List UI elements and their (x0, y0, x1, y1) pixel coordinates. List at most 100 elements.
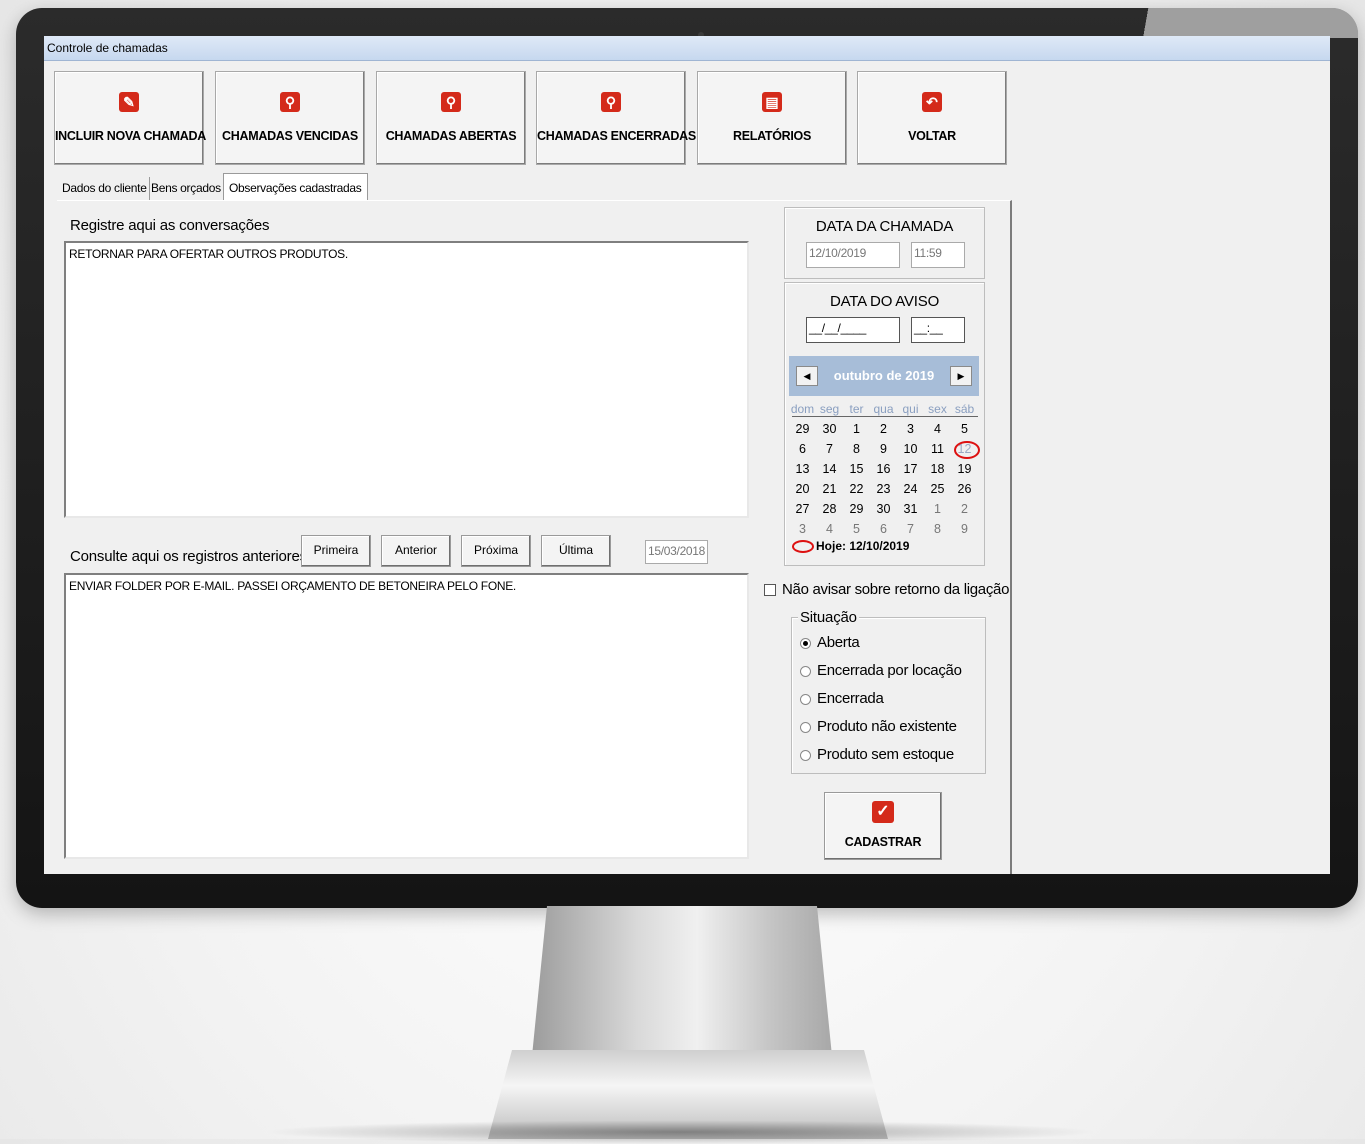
weekday-row: dom seg ter qua qui sex sáb (789, 399, 979, 419)
overdue-calls-button[interactable]: ⚲ CHAMADAS VENCIDAS (215, 71, 365, 165)
calendar-today[interactable]: Hoje: 12/10/2019 (792, 539, 909, 554)
status-radio-closed-rental[interactable]: Encerrada por locação (800, 662, 962, 679)
previous-records-label: Consulte aqui os registros anteriores (70, 548, 307, 565)
reports-button[interactable]: ▤ RELATÓRIOS (697, 71, 847, 165)
calendar-day-other-month[interactable]: 2 (951, 499, 978, 519)
weekday: qua (873, 402, 894, 416)
new-call-button[interactable]: ✎ INCLUIR NOVA CHAMADA (54, 71, 206, 165)
status-radio-closed[interactable]: Encerrada (800, 690, 884, 707)
calendar-day[interactable]: 1 (843, 419, 870, 439)
title-bar: Controle de chamadas (44, 36, 1330, 61)
radio-label: Aberta (817, 634, 860, 651)
calendar-grid: dom seg ter qua qui sex sáb 29 30 1 2 3 … (789, 399, 980, 539)
calendar-day[interactable]: 4 (924, 419, 951, 439)
calendar-day[interactable]: 26 (951, 479, 978, 499)
calendar-day[interactable]: 16 (870, 459, 897, 479)
calendar-day[interactable]: 8 (843, 439, 870, 459)
calendar-day[interactable]: 11 (924, 439, 951, 459)
alert-time-field[interactable]: __:__ (911, 317, 965, 343)
calendar-day[interactable]: 6 (789, 439, 816, 459)
tab-observations[interactable]: Observações cadastradas (223, 173, 368, 202)
calendar-day-other-month[interactable]: 7 (897, 519, 924, 539)
first-record-button[interactable]: Primeira (301, 535, 371, 567)
calendar-day[interactable]: 3 (897, 419, 924, 439)
radio-label: Produto sem estoque (817, 746, 954, 763)
calendar-day-today[interactable]: 12 (951, 439, 980, 459)
app-window: Controle de chamadas ✎ INCLUIR NOVA CHAM… (44, 36, 1330, 874)
no-alert-checkbox[interactable]: Não avisar sobre retorno da ligação (764, 581, 1009, 598)
open-calls-button[interactable]: ⚲ CHAMADAS ABERTAS (376, 71, 526, 165)
calendar-day[interactable]: 25 (924, 479, 951, 499)
calendar-day-other-month[interactable]: 3 (789, 519, 816, 539)
call-time-field[interactable]: 11:59 (911, 242, 965, 268)
calendar-day[interactable]: 13 (789, 459, 816, 479)
calendar-day[interactable]: 21 (816, 479, 843, 499)
calendar-day-other-month[interactable]: 4 (816, 519, 843, 539)
radio-icon (800, 721, 811, 733)
open-calls-label: CHAMADAS ABERTAS (385, 129, 517, 143)
calendar-day-other-month[interactable]: 9 (951, 519, 978, 539)
calendar-day[interactable]: 18 (924, 459, 951, 479)
search-icon: ⚲ (601, 92, 621, 112)
calendar-day[interactable]: 31 (897, 499, 924, 519)
calendar-day[interactable]: 10 (897, 439, 924, 459)
radio-label: Encerrada por locação (817, 662, 962, 679)
calendar-day[interactable]: 30 (816, 419, 843, 439)
call-date-field[interactable]: 12/10/2019 (806, 242, 900, 268)
calendar-day[interactable]: 19 (951, 459, 978, 479)
reports-label: RELATÓRIOS (732, 129, 812, 143)
calendar-day-other-month[interactable]: 5 (843, 519, 870, 539)
undo-icon: ↶ (922, 92, 942, 112)
previous-record-button[interactable]: Anterior (381, 535, 451, 567)
alert-date-title: DATA DO AVISO (829, 293, 940, 310)
conversations-label: Registre aqui as conversações (70, 217, 270, 234)
calendar-day-other-month[interactable]: 6 (870, 519, 897, 539)
radio-icon (800, 749, 811, 761)
weekday: sex (928, 402, 947, 416)
next-month-arrow-icon[interactable]: ▶ (950, 366, 972, 386)
weekday: dom (790, 402, 815, 416)
next-record-button[interactable]: Próxima (461, 535, 531, 567)
tab-quoted-goods[interactable]: Bens orçados (149, 177, 224, 200)
status-radio-open[interactable]: Aberta (800, 634, 860, 651)
calendar-day[interactable]: 28 (816, 499, 843, 519)
calendar-day[interactable]: 7 (816, 439, 843, 459)
calendar-day-other-month[interactable]: 1 (924, 499, 951, 519)
back-label: VOLTAR (908, 129, 956, 143)
closed-calls-label: CHAMADAS ENCERRADAS (537, 129, 696, 143)
save-button[interactable]: ✓ CADASTRAR (824, 792, 942, 860)
no-alert-label: Não avisar sobre retorno da ligação (782, 581, 1010, 598)
previous-records-textarea[interactable]: ENVIAR FOLDER POR E-MAIL. PASSEI ORÇAMEN… (64, 573, 749, 859)
closed-calls-button[interactable]: ⚲ CHAMADAS ENCERRADAS (536, 71, 696, 165)
calendar-day[interactable]: 30 (870, 499, 897, 519)
checkmark-icon: ✓ (872, 801, 894, 823)
radio-label: Encerrada (817, 690, 884, 707)
calendar-day[interactable]: 5 (951, 419, 978, 439)
calendar-day[interactable]: 17 (897, 459, 924, 479)
calendar-day[interactable]: 24 (897, 479, 924, 499)
conversations-textarea[interactable]: RETORNAR PARA OFERTAR OUTROS PRODUTOS. (64, 241, 749, 518)
last-record-button[interactable]: Última (541, 535, 611, 567)
radio-icon (800, 693, 811, 705)
calendar-day[interactable]: 29 (843, 499, 870, 519)
calendar-day[interactable]: 29 (789, 419, 816, 439)
status-radio-out-of-stock[interactable]: Produto sem estoque (800, 746, 954, 763)
back-button[interactable]: ↶ VOLTAR (857, 71, 1007, 165)
weekday: ter (849, 402, 864, 416)
weekday: sáb (954, 402, 975, 416)
calendar-day[interactable]: 2 (870, 419, 897, 439)
calendar-day[interactable]: 23 (870, 479, 897, 499)
calendar-day-other-month[interactable]: 8 (924, 519, 951, 539)
calendar-day[interactable]: 27 (789, 499, 816, 519)
calendar-day[interactable]: 14 (816, 459, 843, 479)
weekday: qui (902, 402, 919, 416)
calendar-day[interactable]: 15 (843, 459, 870, 479)
edit-icon: ✎ (119, 92, 139, 112)
status-radio-no-product[interactable]: Produto não existente (800, 718, 957, 735)
alert-date-field[interactable]: __/__/____ (806, 317, 900, 343)
calendar-day[interactable]: 22 (843, 479, 870, 499)
tab-client-data[interactable]: Dados do cliente (60, 177, 150, 200)
week-row: 29 30 1 2 3 4 5 (789, 419, 979, 439)
calendar-day[interactable]: 9 (870, 439, 897, 459)
calendar-day[interactable]: 20 (789, 479, 816, 499)
